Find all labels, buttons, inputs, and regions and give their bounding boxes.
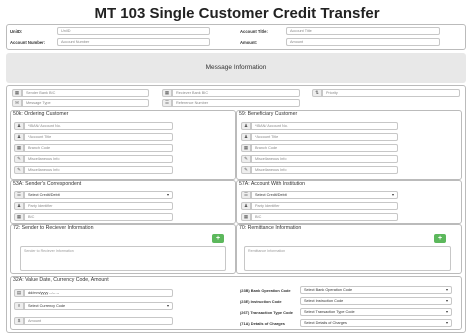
beneficiary-misc-info-1-input[interactable]: Miscellaneous Info — [251, 155, 398, 163]
bank-icon: ▦ — [14, 213, 24, 221]
chevron-down-icon: ▾ — [445, 298, 448, 303]
info-icon: ✎ — [14, 155, 24, 163]
sender-bank-bic-input[interactable]: Sender Bank BIC — [22, 89, 149, 97]
senders-party-identifier-input[interactable]: Party Identifier — [24, 202, 173, 210]
instruction-code-label: (23E) Instruction Code — [240, 299, 282, 304]
value-amount-input[interactable]: Amount — [24, 317, 173, 325]
chevron-down-icon: ▾ — [445, 309, 448, 314]
senders-correspondent-select[interactable]: Select Credit/Debit ▾ — [24, 191, 173, 199]
details-of-charges-select[interactable]: Select Details of Charges ▾ — [300, 319, 452, 327]
ordering-customer-title: 50k: Ordering Customer — [13, 111, 69, 117]
user-icon: ♟ — [14, 122, 24, 130]
remittance-title: 70: Remittance Information — [239, 225, 302, 231]
reference-number-input[interactable]: Reference Number — [172, 99, 300, 107]
value-date-title: 32A: Value Date, Currency Code, Amount — [13, 277, 109, 283]
beneficiary-misc-info-2-input[interactable]: Miscellaneous Info — [251, 166, 398, 174]
add-remittance-info-button[interactable]: + — [434, 234, 446, 243]
page-title: MT 103 Single Customer Credit Transfer — [94, 5, 380, 22]
ordering-branch-code-input[interactable]: Branch Code — [24, 144, 173, 152]
sender-to-receiver-textarea[interactable]: Sender to Reciever Information — [20, 246, 226, 271]
account-number-label: Account Number: — [10, 40, 46, 45]
money-icon: $ — [14, 317, 24, 325]
institution-party-identifier-input[interactable]: Party Identifier — [251, 202, 398, 210]
remittance-textarea[interactable]: Remittance Information — [244, 246, 451, 271]
message-type-input[interactable]: Message Type — [22, 99, 149, 107]
list-icon: ☰ — [241, 191, 251, 199]
ordering-account-title-input[interactable]: *Account Title — [24, 133, 173, 141]
receiver-bank-bic-input[interactable]: Reciever Bank BIC — [172, 89, 300, 97]
bank-icon: ▦ — [162, 89, 172, 97]
account-with-institution-select[interactable]: Select Credit/Debit ▾ — [251, 191, 398, 199]
list-icon: ☰ — [14, 191, 24, 199]
beneficiary-iban-input[interactable]: *IBAN/ Account No. — [251, 122, 398, 130]
branch-icon: ▦ — [14, 144, 24, 152]
details-of-charges-select-value: Select Details of Charges — [304, 321, 347, 325]
bank-icon: ▦ — [241, 213, 251, 221]
instruction-code-select[interactable]: Select Instruction Code ▾ — [300, 297, 452, 305]
bank-operation-code-select-value: Select Bank Operation Code — [304, 288, 353, 292]
details-of-charges-label: (71A) Details of Charges — [240, 321, 285, 326]
currency-code-select-value: Select Currency Code — [28, 304, 66, 308]
message-information-bar: Message Information — [6, 53, 466, 83]
senders-correspondent-select-value: Select Credit/Debit — [28, 193, 60, 197]
chevron-down-icon: ▾ — [166, 192, 169, 197]
info-icon: ✎ — [241, 155, 251, 163]
user-icon: ♟ — [241, 202, 251, 210]
chevron-down-icon: ▾ — [445, 320, 448, 325]
branch-icon: ▦ — [241, 144, 251, 152]
priority-icon: ⇅ — [312, 89, 322, 97]
currency-icon: ¤ — [14, 302, 24, 310]
chevron-down-icon: ▾ — [166, 303, 169, 308]
currency-code-select[interactable]: Select Currency Code ▾ — [24, 302, 173, 310]
priority-input[interactable]: Priority — [322, 89, 460, 97]
user-icon: ♟ — [14, 202, 24, 210]
instruction-code-select-value: Select Instruction Code — [304, 299, 344, 303]
account-title-input[interactable]: Account Title — [286, 27, 440, 35]
ordering-misc-info-1-input[interactable]: Miscellaneous Info — [24, 155, 173, 163]
sender-to-receiver-title: 72: Sender to Reciever Information — [13, 225, 94, 231]
list-icon: ☰ — [162, 99, 172, 107]
transaction-type-code-select[interactable]: Select Transaction Type Code ▾ — [300, 308, 452, 316]
chevron-down-icon: ▾ — [391, 192, 394, 197]
institution-bic-input[interactable]: BIC — [251, 213, 398, 221]
account-with-institution-title: 57A: Account With Institution — [239, 181, 306, 187]
user-icon: ♟ — [241, 133, 251, 141]
user-icon: ♟ — [14, 133, 24, 141]
info-icon: ✎ — [241, 166, 251, 174]
uniqid-label: UniID: — [10, 29, 23, 34]
bank-icon: ▦ — [12, 89, 22, 97]
chevron-down-icon: ▾ — [445, 287, 448, 292]
senders-bic-input[interactable]: BIC — [24, 213, 173, 221]
calendar-icon: ▤ — [14, 289, 24, 297]
beneficiary-customer-title: 59: Beneficiary Customer — [239, 111, 298, 117]
account-with-institution-select-value: Select Credit/Debit — [255, 193, 287, 197]
info-icon: ✎ — [14, 166, 24, 174]
envelope-icon: ✉ — [12, 99, 22, 107]
transaction-type-code-label: (26T) Transaction Type Code — [240, 310, 293, 315]
senders-correspondent-title: 53A: Sender's Correspondent — [13, 181, 82, 187]
beneficiary-account-title-input[interactable]: *Account Title — [251, 133, 398, 141]
transaction-type-code-select-value: Select Transaction Type Code — [304, 310, 355, 314]
account-number-input[interactable]: Account Number — [57, 38, 210, 46]
bank-operation-code-label: (23B) Bank Operation Code — [240, 288, 291, 293]
value-date-input[interactable]: dd/mm/yyyy --:-- -- — [24, 289, 173, 297]
bank-operation-code-select[interactable]: Select Bank Operation Code ▾ — [300, 286, 452, 294]
beneficiary-branch-code-input[interactable]: Branch Code — [251, 144, 398, 152]
amount-input[interactable]: Amount — [286, 38, 440, 46]
uniqid-input[interactable]: UniID — [57, 27, 210, 35]
ordering-iban-input[interactable]: *IBAN/ Account No. — [24, 122, 173, 130]
user-icon: ♟ — [241, 122, 251, 130]
ordering-misc-info-2-input[interactable]: Miscellaneous Info — [24, 166, 173, 174]
amount-label: Amount: — [240, 40, 258, 45]
add-sender-info-button[interactable]: + — [212, 234, 224, 243]
account-title-label: Account Title: — [240, 29, 268, 34]
